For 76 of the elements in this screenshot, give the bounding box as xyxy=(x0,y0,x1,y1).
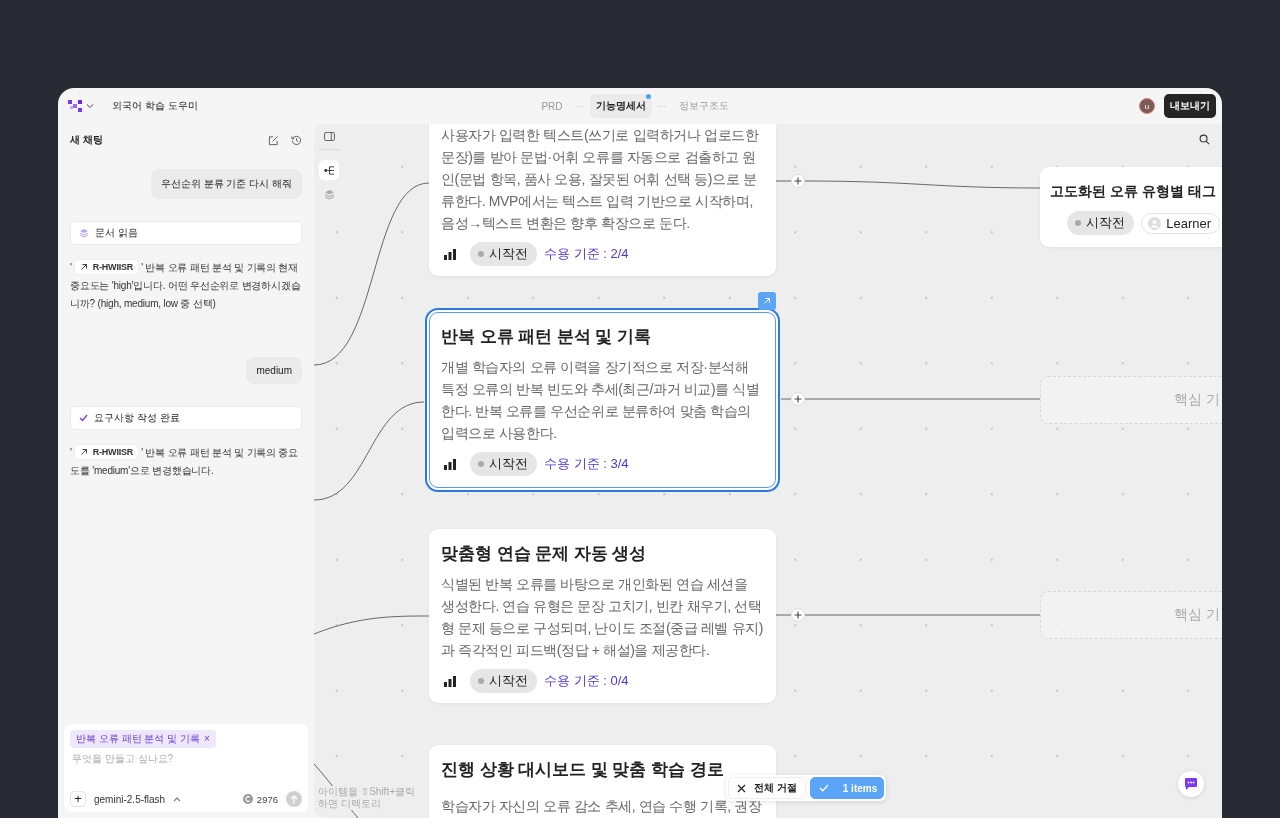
bars-icon xyxy=(444,458,456,470)
node-title: 반복 오류 패턴 분석 및 기록 xyxy=(441,326,652,347)
node-card[interactable]: 고도화된 오류 유형별 태그 시작전 Learner xyxy=(1040,167,1222,247)
placeholder-label: 핵심 기 xyxy=(1174,606,1220,624)
node-title: 진행 상황 대시보드 및 맞춤 학습 경로 xyxy=(441,759,725,780)
credit-count: 2976 xyxy=(256,793,278,805)
logo-icon xyxy=(68,100,82,112)
tab[interactable]: 기능명세서 xyxy=(589,94,652,118)
close-icon xyxy=(737,783,746,793)
check-icon xyxy=(818,784,829,792)
message-input[interactable]: 무엇을 만들고 싶나요? xyxy=(70,753,302,764)
bars-icon xyxy=(444,675,456,687)
layers-icon xyxy=(323,188,335,200)
tool-status-label: 문서 읽음 xyxy=(95,226,138,240)
reject-all-button[interactable]: 전체 거절 xyxy=(728,777,806,799)
assistant-message: ' R-HWIISR ' 반복 오류 패턴 분석 및 기록의 현재 중요도는 'high'입니다. 어떤 우선순위로 변경하시겠습니까? (high, medium, low 중 선택) xyxy=(70,259,302,313)
chat-icon xyxy=(1184,777,1198,791)
add-node-button[interactable] xyxy=(791,392,805,406)
person-icon xyxy=(1148,216,1162,230)
connector-line xyxy=(775,180,792,182)
node-description: 학습자가 자신의 오류 감소 추세, 연습 수행 기록, 권장 xyxy=(441,797,763,816)
chat-title: 새 채팅 xyxy=(70,133,104,147)
connector-line xyxy=(775,614,792,616)
add-node-button[interactable] xyxy=(791,174,805,188)
user-avatar[interactable]: u xyxy=(1139,98,1155,114)
tab-separator: ··· xyxy=(657,101,667,111)
arrow-icon xyxy=(763,297,771,305)
plus-icon xyxy=(794,395,802,403)
reference-link[interactable]: R-HWIISR xyxy=(73,259,140,275)
tree-icon xyxy=(323,164,335,176)
status-pill: 시작전 xyxy=(470,242,537,266)
model-selector[interactable]: gemini-2.5-flash xyxy=(94,793,166,805)
node-description: 식별된 반복 오류를 바탕으로 개인화된 연습 세션을 생성한다. 연습 유형은 문장 고치기, 빈칸 채우기, 선택형 문제 등으로 구성되며, 난이도 조절(중급 레벨 유지)과 즉각적인 피드백(정답 + 해설)을 제공한다. xyxy=(441,575,764,660)
user-message: 우선순위 분류 기준 다시 해줘 xyxy=(150,169,302,199)
node-title: 고도화된 오류 유형별 태그 xyxy=(1050,182,1217,201)
node-title: 맞춤형 연습 문제 자동 생성 xyxy=(441,543,648,564)
plus-icon xyxy=(794,611,802,619)
add-button[interactable]: + xyxy=(70,791,86,807)
node-card[interactable]: 사용자가 입력한 텍스트(쓰기로 입력하거나 업로드한 문장)를 받아 문법·어휘 오류를 자동으로 검출하고 원인(문법 항목, 품사 오용, 잘못된 어휘 선택 등)으로 분류한다. MVP에서는 텍스트 입력 기반으로 시작하며, 음성→텍스트 변환은 향후 확장으로 둔다. 시작전 수용 기준 : 2/4 xyxy=(429,124,776,276)
plus-icon xyxy=(794,177,802,185)
acceptance-count: 수용 기준 : 3/4 xyxy=(544,455,629,473)
chevron-icon xyxy=(86,103,94,109)
remove-chip-button[interactable]: × xyxy=(199,733,210,744)
add-node-button[interactable] xyxy=(791,608,805,622)
node-description: 사용자가 입력한 텍스트(쓰기로 입력하거나 업로드한 문장)를 받아 문법·어휘 오류를 자동으로 검출하고 원인(문법 항목, 품사 오용, 잘못된 어휘 선택 등)으로 분류한다. MVP에서는 텍스트 입력 기반으로 시작하며, 음성→텍스트 변환은 향후 확장으로 둔다. xyxy=(441,126,760,233)
export-button[interactable]: 내보내기 xyxy=(1164,94,1216,118)
arrow-up-icon xyxy=(290,794,298,804)
context-chip-label: 반복 오류 패턴 분석 및 기록 xyxy=(76,733,200,744)
search-icon xyxy=(1199,134,1210,145)
history-icon[interactable] xyxy=(291,134,302,146)
node-card[interactable]: 맞춤형 연습 문제 자동 생성 식별된 반복 오류를 바탕으로 개인화된 연습 세션을 생성한다. 연습 유형은 문장 고치기, 빈칸 채우기, 선택형 문제 등으로 구성되며, 난이도 조절(중급 레벨 유지)과 즉각적인 피드백(정답 + 해설)을 제공한다. 시작전 수용 기준 : 0/4 xyxy=(429,529,776,703)
acceptance-count: 수용 기준 : 2/4 xyxy=(544,245,629,263)
status-pill: 시작전 xyxy=(1067,211,1135,235)
assignee-button[interactable]: Learner xyxy=(1141,212,1220,234)
chevron-icon xyxy=(173,796,182,802)
arrow-icon xyxy=(79,448,88,456)
assistant-message: ' R-HWIISR ' 반복 오류 패턴 분석 및 기록의 중요도를 'medium'으로 변경했습니다. xyxy=(70,444,302,480)
project-title: 외국어 학습 도우미 xyxy=(112,99,198,113)
tab-separator: ··· xyxy=(574,101,584,111)
connector-line xyxy=(780,398,792,400)
node-description: 개별 학습자의 오류 이력을 장기적으로 저장·분석해 특정 오류의 반복 빈도와 추세(최근/과거 비교)를 식별한다. 반복 오류를 우선순위로 분류하여 맞춤 학습의 입력으로 사용한다. xyxy=(441,358,761,443)
edit-icon[interactable] xyxy=(268,134,279,146)
chat-button[interactable] xyxy=(1178,771,1204,797)
user-message: medium xyxy=(246,357,302,384)
panel-icon[interactable] xyxy=(323,132,335,141)
placeholder-label: 핵심 기 xyxy=(1174,391,1220,409)
view-mode-button[interactable] xyxy=(319,160,339,180)
acceptance-count: 수용 기준 : 0/4 xyxy=(544,672,629,690)
arrow-icon xyxy=(79,263,88,271)
status-pill: 시작전 xyxy=(470,669,537,693)
bars-icon xyxy=(444,248,456,260)
reference-link[interactable]: R-HWIISR xyxy=(73,444,140,460)
open-node-button[interactable] xyxy=(758,292,776,310)
coin-icon xyxy=(242,794,253,804)
status-pill: 시작전 xyxy=(470,452,537,476)
tool-status-label: 요구사항 작성 완료 xyxy=(94,411,180,425)
